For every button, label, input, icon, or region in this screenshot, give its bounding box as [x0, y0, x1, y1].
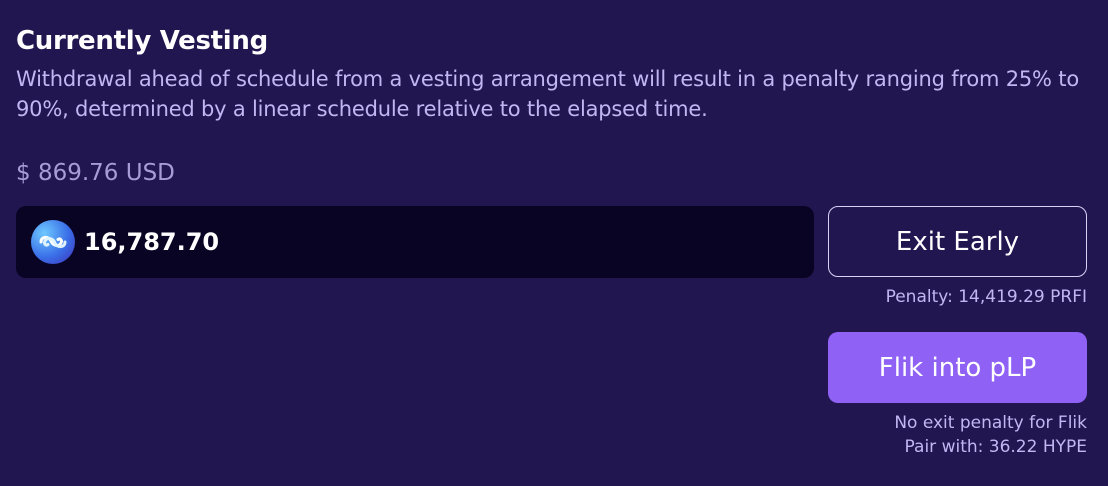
token-amount: 16,787.70 [84, 228, 220, 256]
vesting-description: Withdrawal ahead of schedule from a vest… [16, 67, 1079, 121]
no-exit-penalty-note: No exit penalty for Flik [894, 413, 1087, 433]
usd-value: $ 869.76 USD [16, 160, 175, 186]
prfi-token-icon [31, 220, 75, 264]
exit-early-button[interactable]: Exit Early [828, 206, 1087, 277]
flik-into-plp-button[interactable]: Flik into pLP [828, 332, 1087, 403]
penalty-text: Penalty: 14,419.29 PRFI [885, 287, 1087, 307]
section-title: Currently Vesting [16, 26, 268, 56]
pair-with-note: Pair with: 36.22 HYPE [904, 437, 1087, 457]
vesting-balance-field: 16,787.70 [16, 206, 814, 278]
